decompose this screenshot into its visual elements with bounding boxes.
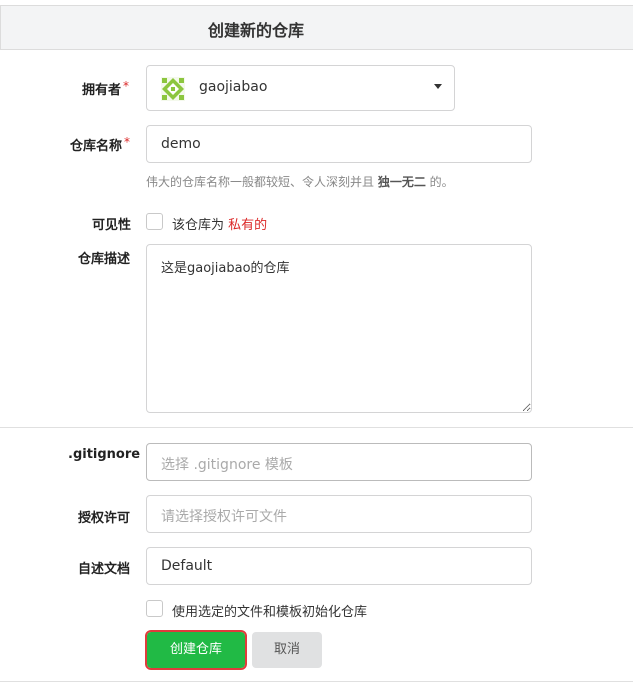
repo-name-help: 伟大的仓库名称一般都较短、令人深刻并且 独一无二 的。 [146, 173, 454, 190]
private-text-prefix: 该仓库为 [172, 218, 229, 233]
init-checkbox[interactable] [146, 600, 163, 617]
cancel-button[interactable]: 取消 [252, 632, 322, 668]
card-header: 创建新的仓库 [0, 5, 633, 50]
description-textarea[interactable]: 这是gaojiabao的仓库 [146, 244, 532, 413]
init-checkbox-label[interactable]: 使用选定的文件和模板初始化仓库 [172, 601, 367, 620]
gitignore-label: .gitignore [68, 447, 141, 462]
license-label: 授权许可 [78, 511, 131, 526]
required-mark: * [124, 135, 131, 149]
help-bold: 独一无二 [377, 175, 426, 189]
private-checkbox-label[interactable]: 该仓库为 私有的 [172, 214, 267, 233]
repo-name-input[interactable]: demo [146, 125, 532, 163]
visibility-label: 可见性 [92, 218, 132, 233]
create-repo-button[interactable]: 创建仓库 [145, 630, 247, 670]
license-select[interactable]: 请选择授权许可文件 [146, 495, 532, 533]
private-text-highlight: 私有的 [228, 218, 268, 233]
readme-select[interactable]: Default [146, 547, 532, 585]
owner-select[interactable]: gaojiabao [146, 65, 455, 111]
required-mark: * [123, 79, 130, 93]
section-divider [0, 427, 633, 428]
readme-label: 自述文档 [78, 562, 131, 577]
repo-name-label-text: 仓库名称 [70, 139, 123, 154]
owner-label: 拥有者 * [82, 79, 129, 98]
help-suffix: 的。 [425, 175, 454, 189]
owner-label-text: 拥有者 [82, 83, 122, 98]
private-checkbox[interactable] [146, 213, 163, 230]
gitignore-select[interactable]: 选择 .gitignore 模板 [146, 443, 532, 481]
description-label: 仓库描述 [78, 252, 131, 267]
owner-avatar-icon [161, 77, 185, 101]
owner-name: gaojiabao [199, 79, 268, 95]
page-title: 创建新的仓库 [208, 21, 305, 40]
repo-name-label: 仓库名称 * [70, 135, 130, 154]
caret-down-icon [434, 84, 442, 89]
help-prefix: 伟大的仓库名称一般都较短、令人深刻并且 [146, 175, 378, 189]
bottom-divider [0, 681, 633, 682]
